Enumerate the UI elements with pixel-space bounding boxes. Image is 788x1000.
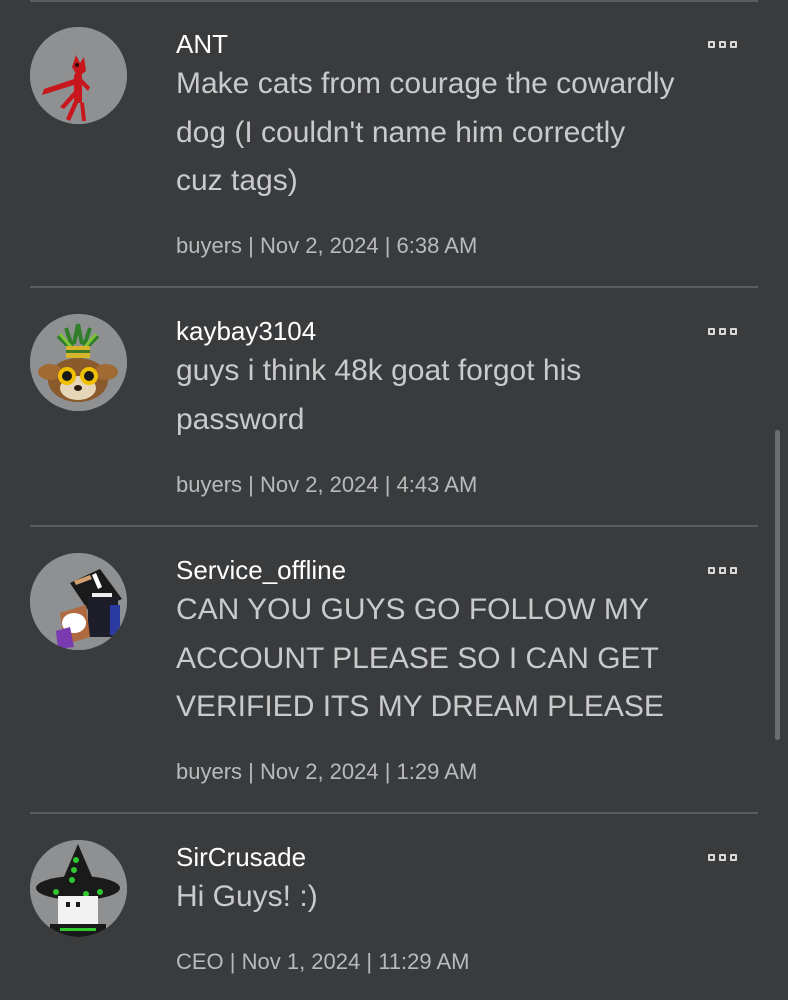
divider bbox=[30, 0, 758, 2]
witch-hat-avatar-icon bbox=[30, 840, 127, 937]
more-options-icon[interactable] bbox=[708, 563, 746, 577]
divider bbox=[30, 812, 758, 814]
comment-username[interactable]: Service_offline bbox=[176, 555, 346, 585]
more-options-icon[interactable] bbox=[708, 37, 746, 51]
user-avatar[interactable] bbox=[30, 553, 127, 650]
comment-meta: buyers | Nov 2, 2024 | 6:38 AM bbox=[176, 233, 478, 258]
comment-text: CAN YOU GUYS GO FOLLOW MY ACCOUNT PLEASE… bbox=[176, 593, 664, 723]
comment-username[interactable]: SirCrusade bbox=[176, 842, 306, 872]
more-options-icon[interactable] bbox=[708, 850, 746, 864]
hat-avatar-icon bbox=[30, 553, 127, 650]
lemur-king-avatar-icon bbox=[30, 314, 127, 411]
comment-text: guys i think 48k goat forgot his passwor… bbox=[176, 354, 582, 436]
user-avatar[interactable] bbox=[30, 27, 127, 124]
comment-meta: buyers | Nov 2, 2024 | 4:43 AM bbox=[176, 472, 478, 497]
comment-username[interactable]: kaybay3104 bbox=[176, 316, 316, 346]
comment-username[interactable]: ANT bbox=[176, 29, 228, 59]
more-options-icon[interactable] bbox=[708, 324, 746, 338]
comment-meta: CEO | Nov 1, 2024 | 11:29 AM bbox=[176, 949, 470, 974]
divider bbox=[30, 525, 758, 527]
red-cat-avatar-icon bbox=[30, 27, 127, 124]
user-avatar[interactable] bbox=[30, 314, 127, 411]
comment-feed: ANT Make cats from courage the cowardly … bbox=[0, 0, 788, 1000]
divider bbox=[30, 286, 758, 288]
comment-text: Hi Guys! :) bbox=[176, 880, 318, 913]
user-avatar[interactable] bbox=[30, 840, 127, 937]
comment-meta: buyers | Nov 2, 2024 | 1:29 AM bbox=[176, 759, 478, 784]
comment-text: Make cats from courage the cowardly dog … bbox=[176, 67, 675, 197]
scrollbar[interactable] bbox=[775, 430, 780, 740]
